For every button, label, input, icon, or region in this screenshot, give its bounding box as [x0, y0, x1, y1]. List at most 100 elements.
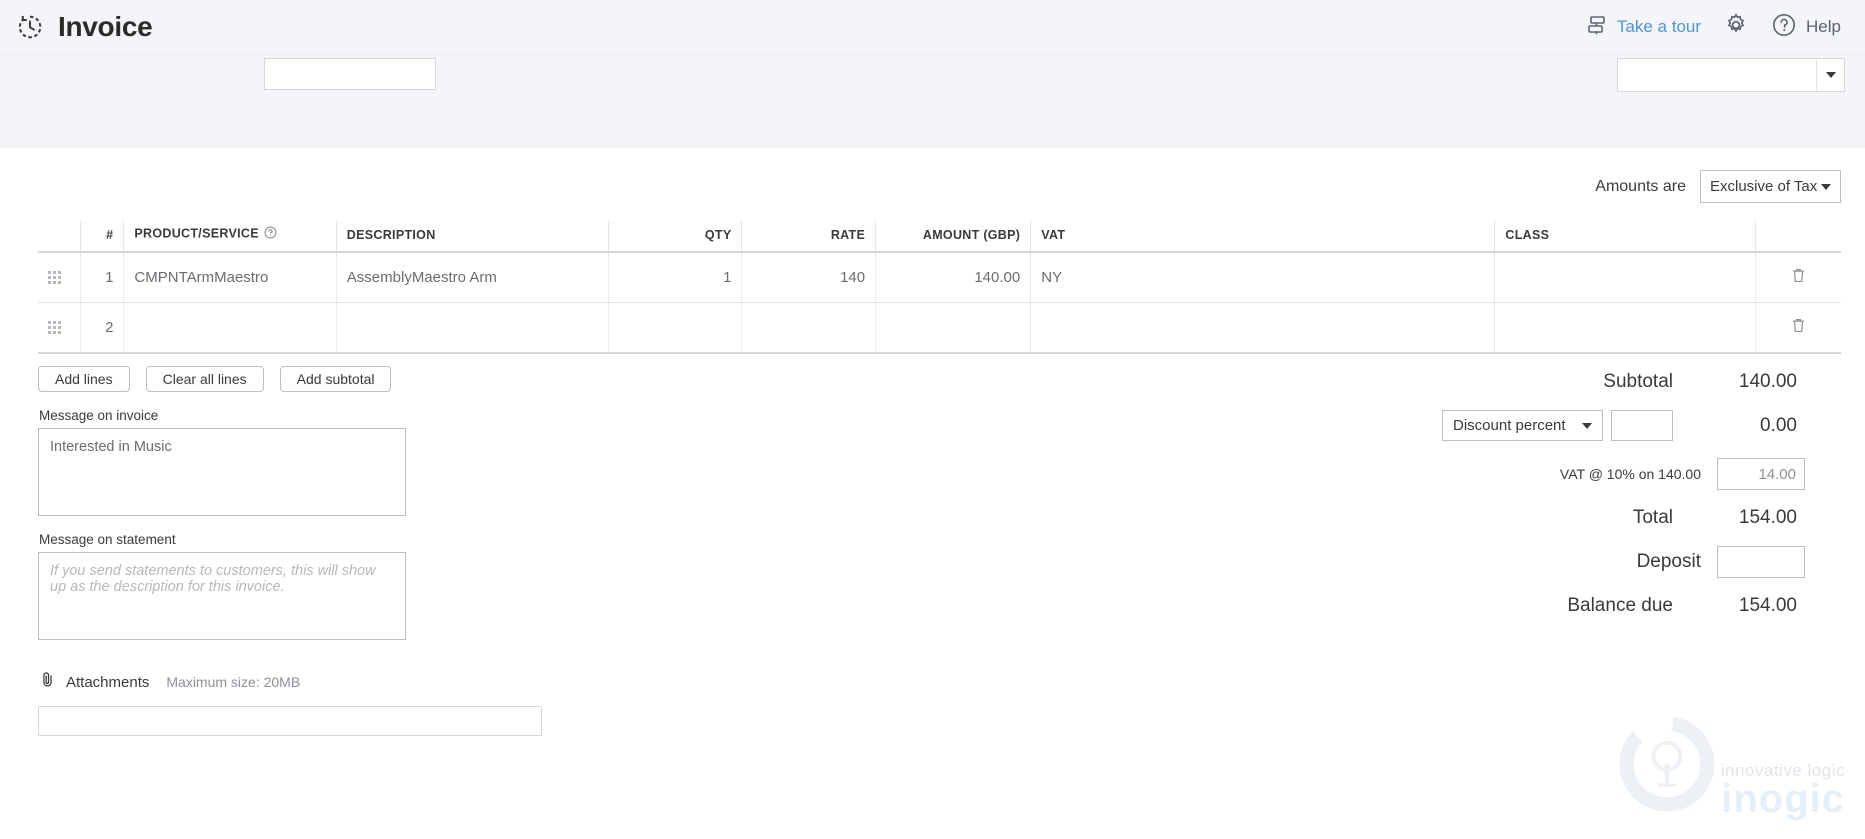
band-combo-box[interactable]: [1617, 58, 1845, 92]
attachments-row: Attachments Maximum size: 20MB: [38, 670, 1120, 694]
take-a-tour-label: Take a tour: [1617, 17, 1701, 37]
chevron-down-icon: [1821, 184, 1831, 190]
paperclip-icon: [38, 670, 57, 694]
help-button[interactable]: Help: [1771, 12, 1841, 43]
total-row: Total 154.00: [1120, 507, 1841, 529]
inogic-tagline: innovative logic: [1721, 762, 1845, 779]
attachments-max-size: Maximum size: 20MB: [166, 674, 300, 690]
add-lines-button[interactable]: Add lines: [38, 366, 130, 392]
band-combo-value: [1618, 59, 1816, 91]
row-amount[interactable]: 140.00: [876, 252, 1031, 303]
subtotal-row: Subtotal 140.00: [1120, 371, 1841, 393]
header-right: Take a tour Help: [1585, 12, 1841, 43]
header-left: Invoice: [16, 11, 152, 43]
discount-type-value: Discount percent: [1453, 417, 1566, 434]
amounts-are-row: Amounts are Exclusive of Tax: [0, 148, 1865, 203]
vat-row: VAT @ 10% on 140.00: [1120, 458, 1841, 490]
row-product[interactable]: [124, 303, 336, 354]
invoice-footer: Add lines Clear all lines Add subtotal M…: [0, 366, 1865, 736]
table-row[interactable]: 1 CMPNTArmMaestro AssemblyMaestro Arm 1 …: [38, 252, 1841, 303]
col-qty-header: QTY: [608, 220, 742, 252]
row-delete-button[interactable]: [1755, 303, 1841, 354]
table-header-row: # PRODUCT/SERVICE DESCRIPTION QTY RATE A…: [38, 220, 1841, 252]
col-number-header: #: [81, 220, 124, 252]
col-amount-header: AMOUNT (GBP): [876, 220, 1031, 252]
gear-icon[interactable]: [1723, 12, 1749, 43]
inogic-wordmark: innovative logic inogic: [1721, 762, 1845, 817]
row-amount[interactable]: [876, 303, 1031, 354]
band-text-input[interactable]: [264, 58, 436, 90]
discount-type-select[interactable]: Discount percent: [1442, 410, 1603, 441]
signpost-icon: [1585, 13, 1609, 42]
take-a-tour-button[interactable]: Take a tour: [1585, 13, 1701, 42]
subtotal-label: Subtotal: [1603, 371, 1673, 393]
help-circle-icon[interactable]: [1771, 12, 1797, 43]
row-qty[interactable]: [608, 303, 742, 354]
row-rate[interactable]: [742, 303, 876, 354]
deposit-row: Deposit: [1120, 546, 1841, 578]
drag-handle-icon[interactable]: [48, 321, 70, 334]
balance-due-row: Balance due 154.00: [1120, 595, 1841, 617]
col-product-label: PRODUCT/SERVICE: [134, 226, 258, 240]
message-on-invoice-input[interactable]: [38, 428, 406, 516]
help-label: Help: [1806, 17, 1841, 37]
deposit-label: Deposit: [1637, 551, 1701, 573]
line-items-table: # PRODUCT/SERVICE DESCRIPTION QTY RATE A…: [38, 220, 1841, 354]
message-on-invoice-label: Message on invoice: [39, 408, 1120, 423]
row-drag-handle[interactable]: [38, 303, 81, 354]
deposit-input[interactable]: [1717, 546, 1805, 578]
attachments-label: Attachments: [66, 674, 149, 691]
trash-icon[interactable]: [1789, 272, 1808, 289]
discount-value: 0.00: [1673, 415, 1805, 437]
row-index: 2: [81, 303, 124, 354]
help-circle-icon[interactable]: [264, 226, 277, 242]
row-description[interactable]: [336, 303, 608, 354]
attachments-dropzone[interactable]: [38, 706, 542, 736]
add-subtotal-button[interactable]: Add subtotal: [280, 366, 392, 392]
col-vat-header: VAT: [1031, 220, 1495, 252]
col-description-header: DESCRIPTION: [336, 220, 608, 252]
col-product-header: PRODUCT/SERVICE: [124, 220, 336, 252]
row-description[interactable]: AssemblyMaestro Arm: [336, 252, 608, 303]
row-class[interactable]: [1495, 303, 1755, 354]
row-index: 1: [81, 252, 124, 303]
amounts-are-select[interactable]: Exclusive of Tax: [1700, 170, 1841, 203]
message-on-statement-label: Message on statement: [39, 532, 1120, 547]
footer-right: Subtotal 140.00 Discount percent 0.00 VA…: [1120, 366, 1841, 736]
total-label: Total: [1633, 507, 1673, 529]
balance-due-label: Balance due: [1567, 595, 1673, 617]
app-header: Invoice Take a tour: [0, 0, 1865, 55]
amounts-are-label: Amounts are: [1595, 178, 1686, 196]
clear-all-lines-button[interactable]: Clear all lines: [146, 366, 264, 392]
row-rate[interactable]: 140: [742, 252, 876, 303]
chevron-down-icon[interactable]: [1816, 59, 1844, 91]
history-clock-icon: [16, 13, 44, 41]
discount-row: Discount percent 0.00: [1120, 410, 1841, 441]
trash-icon[interactable]: [1789, 322, 1808, 339]
invoice-form-band: [0, 55, 1865, 148]
row-vat[interactable]: [1031, 303, 1495, 354]
table-row[interactable]: 2: [38, 303, 1841, 354]
col-drag-header: [38, 220, 81, 252]
col-rate-header: RATE: [742, 220, 876, 252]
amounts-are-value: Exclusive of Tax: [1710, 178, 1817, 195]
col-class-header: CLASS: [1495, 220, 1755, 252]
subtotal-value: 140.00: [1673, 371, 1805, 393]
drag-handle-icon[interactable]: [48, 271, 70, 284]
inogic-name: inogic: [1721, 781, 1845, 817]
line-items-table-wrapper: # PRODUCT/SERVICE DESCRIPTION QTY RATE A…: [0, 203, 1865, 354]
row-drag-handle[interactable]: [38, 252, 81, 303]
row-vat[interactable]: NY: [1031, 252, 1495, 303]
row-product[interactable]: CMPNTArmMaestro: [124, 252, 336, 303]
total-value: 154.00: [1673, 507, 1805, 529]
message-on-statement-input[interactable]: [38, 552, 406, 640]
balance-due-value: 154.00: [1673, 595, 1805, 617]
row-class[interactable]: [1495, 252, 1755, 303]
footer-left: Add lines Clear all lines Add subtotal M…: [38, 366, 1120, 736]
line-action-buttons: Add lines Clear all lines Add subtotal: [38, 366, 1120, 392]
row-qty[interactable]: 1: [608, 252, 742, 303]
row-delete-button[interactable]: [1755, 252, 1841, 303]
discount-amount-input[interactable]: [1611, 410, 1673, 441]
totals-panel: Subtotal 140.00 Discount percent 0.00 VA…: [1120, 366, 1841, 617]
vat-amount-input[interactable]: [1717, 458, 1805, 490]
